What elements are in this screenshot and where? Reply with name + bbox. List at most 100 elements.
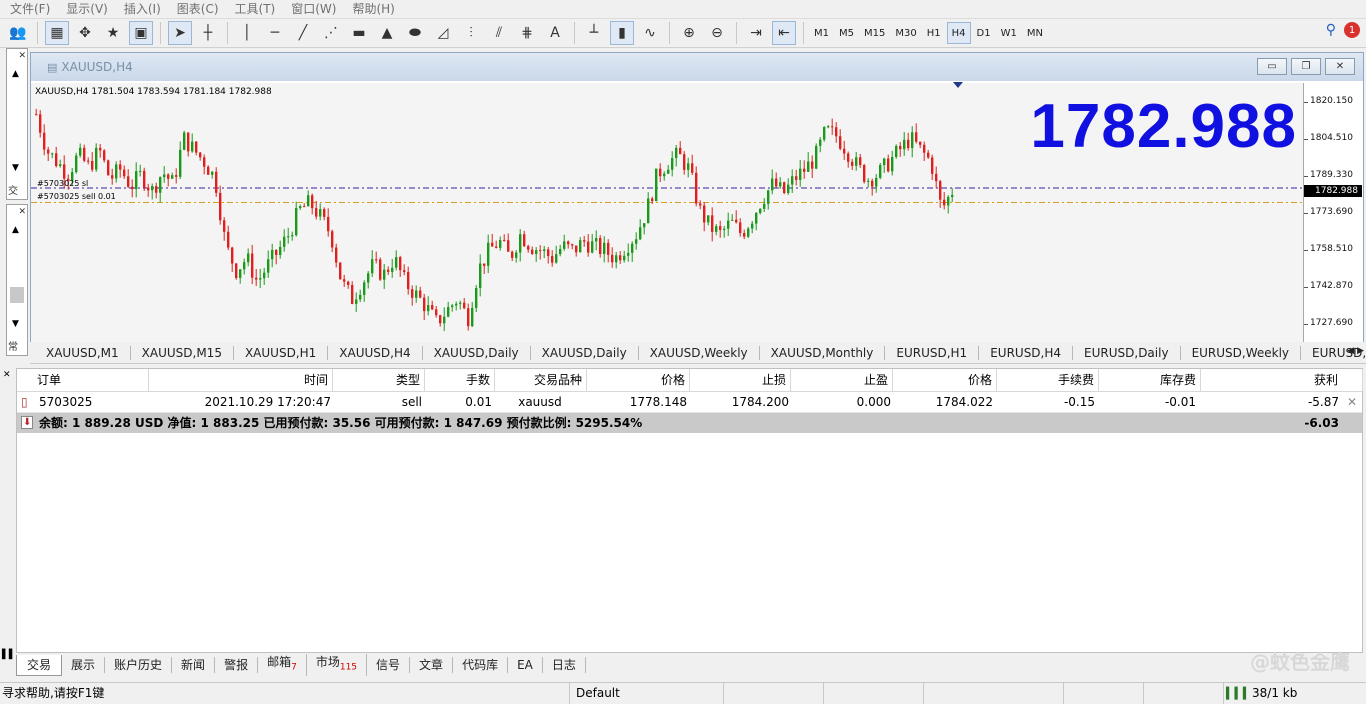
ellipse-icon[interactable]: ⬬: [403, 21, 427, 45]
horizontal-line-icon[interactable]: ─: [263, 21, 287, 45]
profiles-icon[interactable]: 👥: [6, 21, 30, 45]
column-header[interactable]: 订单: [17, 369, 149, 391]
column-header[interactable]: 时间: [149, 369, 333, 391]
chart-tab[interactable]: XAUUSD,Weekly: [639, 346, 760, 360]
triangle-icon[interactable]: ▲: [375, 21, 399, 45]
column-header[interactable]: 手数: [425, 369, 495, 391]
chart-plot-area[interactable]: XAUUSD,H4 1781.504 1783.594 1781.184 178…: [31, 82, 1303, 342]
terminal-tab[interactable]: 文章: [410, 657, 454, 673]
column-header[interactable]: 止损: [690, 369, 791, 391]
market-watch-icon[interactable]: ▦: [45, 21, 69, 45]
chart-tab[interactable]: XAUUSD,Monthly: [760, 346, 886, 360]
column-header[interactable]: 获利: [1201, 369, 1363, 391]
search-icon[interactable]: ⚲: [1326, 22, 1336, 38]
text-tool-icon[interactable]: A: [543, 21, 567, 45]
terminal-tab[interactable]: 新闻: [172, 657, 216, 673]
timeframe-m5[interactable]: M5: [835, 22, 858, 44]
scroll-down-icon[interactable]: ▼: [12, 319, 19, 329]
column-header[interactable]: 库存费: [1099, 369, 1201, 391]
column-header[interactable]: 手续费: [997, 369, 1099, 391]
column-header[interactable]: 交易品种: [495, 369, 587, 391]
column-header[interactable]: 价格: [893, 369, 997, 391]
terminal-tab[interactable]: 邮箱7: [258, 654, 307, 676]
timeframe-w1[interactable]: W1: [997, 22, 1021, 44]
timeframe-h4[interactable]: H4: [946, 22, 971, 44]
menu-item-2[interactable]: 插入(I): [116, 0, 169, 18]
close-icon[interactable]: ✕: [18, 51, 26, 61]
navigator-panel[interactable]: ✕ ▲ ▼ 常: [6, 204, 28, 356]
terminal-tab[interactable]: 警报: [215, 657, 259, 673]
chart-tab[interactable]: XAUUSD,M15: [131, 346, 234, 360]
crosshair-icon[interactable]: ┼: [196, 21, 220, 45]
timeframe-h1[interactable]: H1: [923, 22, 945, 44]
terminal-tab[interactable]: 交易: [16, 654, 63, 676]
timeframe-m1[interactable]: M1: [810, 22, 833, 44]
chart-tab[interactable]: EURUSD,Daily: [1073, 346, 1181, 360]
chart-tab[interactable]: XAUUSD,M1: [30, 346, 131, 360]
close-position-icon[interactable]: ✕: [1347, 392, 1357, 412]
candlestick-icon[interactable]: ▮: [610, 21, 634, 45]
chart-tab[interactable]: EURUSD,H1: [885, 346, 980, 360]
fibo-arc-icon[interactable]: ◿: [431, 21, 455, 45]
fibo-levels-icon[interactable]: ⫶: [459, 21, 483, 45]
fibo-fan-icon[interactable]: ⫽: [487, 21, 511, 45]
chart-tab[interactable]: XAUUSD,Daily: [531, 346, 639, 360]
terminal-tab[interactable]: 代码库: [453, 657, 509, 673]
timeframe-mn[interactable]: MN: [1023, 22, 1047, 44]
tab-scroll-arrows[interactable]: ◀ ▶: [1347, 346, 1364, 356]
terminal-tab[interactable]: 展示: [62, 657, 106, 673]
terminal-tab[interactable]: 信号: [367, 657, 411, 673]
column-header[interactable]: 类型: [333, 369, 425, 391]
chart-tab[interactable]: XAUUSD,Daily: [423, 346, 531, 360]
nav-tab-trade[interactable]: 交: [8, 182, 18, 197]
column-header[interactable]: 价格: [587, 369, 690, 391]
terminal-tab[interactable]: EA: [508, 657, 543, 673]
trendline-icon[interactable]: ╱: [291, 21, 315, 45]
crosshair-move-icon[interactable]: ✥: [73, 21, 97, 45]
bar-chart-icon[interactable]: ┴: [582, 21, 606, 45]
market-watch-panel[interactable]: ✕ ▲ ▼ 交: [6, 48, 28, 200]
menu-item-0[interactable]: 文件(F): [2, 0, 58, 18]
scroll-down-icon[interactable]: ▼: [12, 163, 19, 173]
scroll-thumb[interactable]: [10, 287, 24, 303]
scroll-up-icon[interactable]: ▲: [12, 69, 19, 79]
column-header[interactable]: 止盈: [791, 369, 893, 391]
menu-item-6[interactable]: 帮助(H): [344, 0, 402, 18]
terminal-panel[interactable]: 订单 时间 类型 手数 交易品种 价格 止损 止盈 价格 手续费 库存费 获利 ▯ 5703025 2…: [16, 368, 1363, 653]
menu-item-5[interactable]: 窗口(W): [283, 0, 344, 18]
navigator-star-icon[interactable]: ★: [101, 21, 125, 45]
close-icon[interactable]: ✕: [18, 207, 26, 217]
chart-tab[interactable]: EURUSD,Weekly: [1181, 346, 1302, 360]
scroll-up-icon[interactable]: ▲: [12, 225, 19, 235]
terminal-tab[interactable]: 市场115: [307, 654, 368, 676]
close-button[interactable]: ✕: [1325, 58, 1355, 75]
terminal-window-icon[interactable]: ▣: [129, 21, 153, 45]
terminal-tab[interactable]: 日志: [543, 657, 586, 673]
menu-item-3[interactable]: 图表(C): [169, 0, 227, 18]
chart-shift-marker[interactable]: [953, 82, 963, 88]
close-icon[interactable]: ✕: [3, 370, 11, 380]
restore-button[interactable]: ❐: [1291, 58, 1321, 75]
timeframe-m15[interactable]: M15: [860, 22, 889, 44]
rectangle-icon[interactable]: ▬: [347, 21, 371, 45]
channel-icon[interactable]: ⋰: [319, 21, 343, 45]
chart-shift-icon[interactable]: ⇤: [772, 21, 796, 45]
price-axis[interactable]: 1782.988 1820.150 1804.510 1789.330 1773.69…: [1303, 83, 1363, 342]
table-row[interactable]: ▯ 5703025 2021.10.29 17:20:47 sell 0.01 …: [17, 392, 1362, 413]
chart-titlebar[interactable]: ▤ XAUUSD,H4 ▭ ❐ ✕: [31, 53, 1363, 81]
chart-tab[interactable]: XAUUSD,H4: [328, 346, 423, 360]
timeframe-d1[interactable]: D1: [973, 22, 995, 44]
menu-item-4[interactable]: 工具(T): [227, 0, 284, 18]
line-chart-icon[interactable]: ∿: [638, 21, 662, 45]
terminal-tab[interactable]: 账户历史: [105, 657, 173, 673]
timeframe-m30[interactable]: M30: [891, 22, 920, 44]
zoom-in-icon[interactable]: ⊕: [677, 21, 701, 45]
fibo-expansion-icon[interactable]: ⋕: [515, 21, 539, 45]
vertical-line-icon[interactable]: │: [235, 21, 259, 45]
minimize-button[interactable]: ▭: [1257, 58, 1287, 75]
zoom-out-icon[interactable]: ⊖: [705, 21, 729, 45]
cursor-arrow-icon[interactable]: ➤: [168, 21, 192, 45]
chart-window[interactable]: ▤ XAUUSD,H4 ▭ ❐ ✕ XAUUSD,H4 1781.504 178…: [30, 52, 1364, 342]
notification-badge[interactable]: 1: [1344, 22, 1360, 38]
nav-tab-common[interactable]: 常: [8, 338, 18, 353]
